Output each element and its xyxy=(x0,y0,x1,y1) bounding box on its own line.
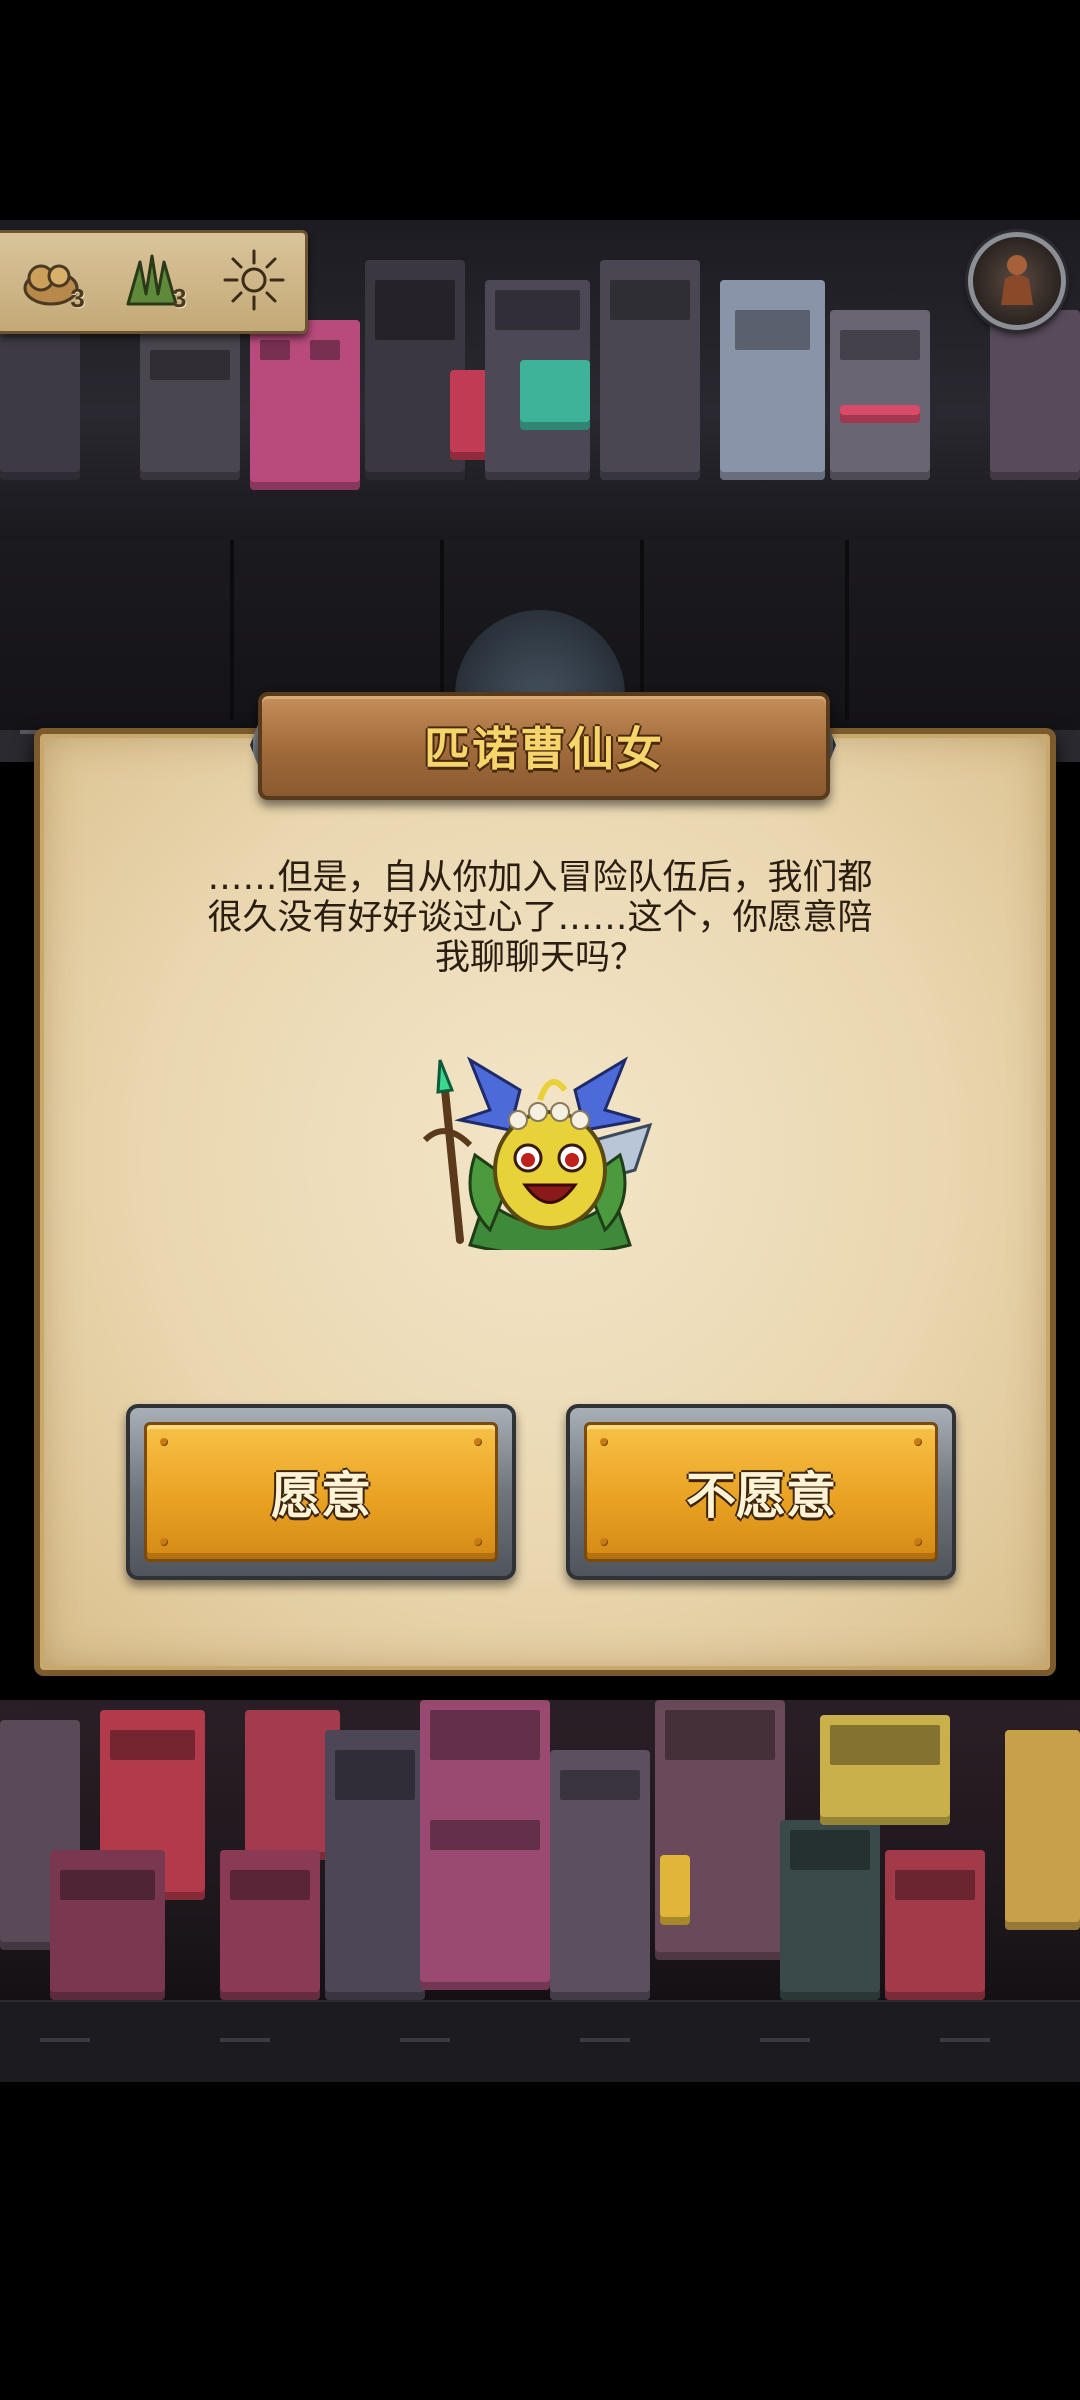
resource-count: 3 xyxy=(172,283,187,313)
dialog-title: 匹诺曹仙女 xyxy=(424,722,664,776)
dialog-title-plank: 匹诺曹仙女 xyxy=(258,692,830,800)
hero-avatar-icon xyxy=(993,251,1041,311)
decline-button-face[interactable]: 不愿意 xyxy=(584,1422,938,1562)
message-line: 很久没有好好谈过心了……这个，你愿意陪 xyxy=(207,898,873,938)
decline-button-label: 不愿意 xyxy=(686,1467,836,1525)
game-screen: 3 3 匹诺曹仙女 ……但是，自从你加入冒险队伍后，我们都 很久没有好好谈过心了… xyxy=(0,0,1080,2400)
accept-button[interactable]: 愿意 xyxy=(126,1404,516,1580)
accept-button-face[interactable]: 愿意 xyxy=(144,1422,498,1562)
resource-bar: 3 3 xyxy=(0,230,308,334)
avatar-button[interactable] xyxy=(968,232,1066,330)
fairy-character-portrait xyxy=(400,1050,680,1257)
resource-sun[interactable] xyxy=(214,242,294,322)
resource-gold[interactable]: 3 xyxy=(11,242,91,322)
road-bottom xyxy=(0,2000,1080,2082)
sun-icon xyxy=(221,247,287,317)
message-line: ……但是，自从你加入冒险队伍后，我们都 xyxy=(207,858,873,898)
resource-herb[interactable]: 3 xyxy=(112,242,192,322)
message-line: 我聊聊天吗？ xyxy=(434,938,645,978)
accept-button-label: 愿意 xyxy=(271,1467,371,1525)
decline-button[interactable]: 不愿意 xyxy=(566,1404,956,1580)
resource-count: 3 xyxy=(70,283,85,313)
dialog-message: ……但是，自从你加入冒险队伍后，我们都 很久没有好好谈过心了……这个，你愿意陪 … xyxy=(110,858,970,978)
